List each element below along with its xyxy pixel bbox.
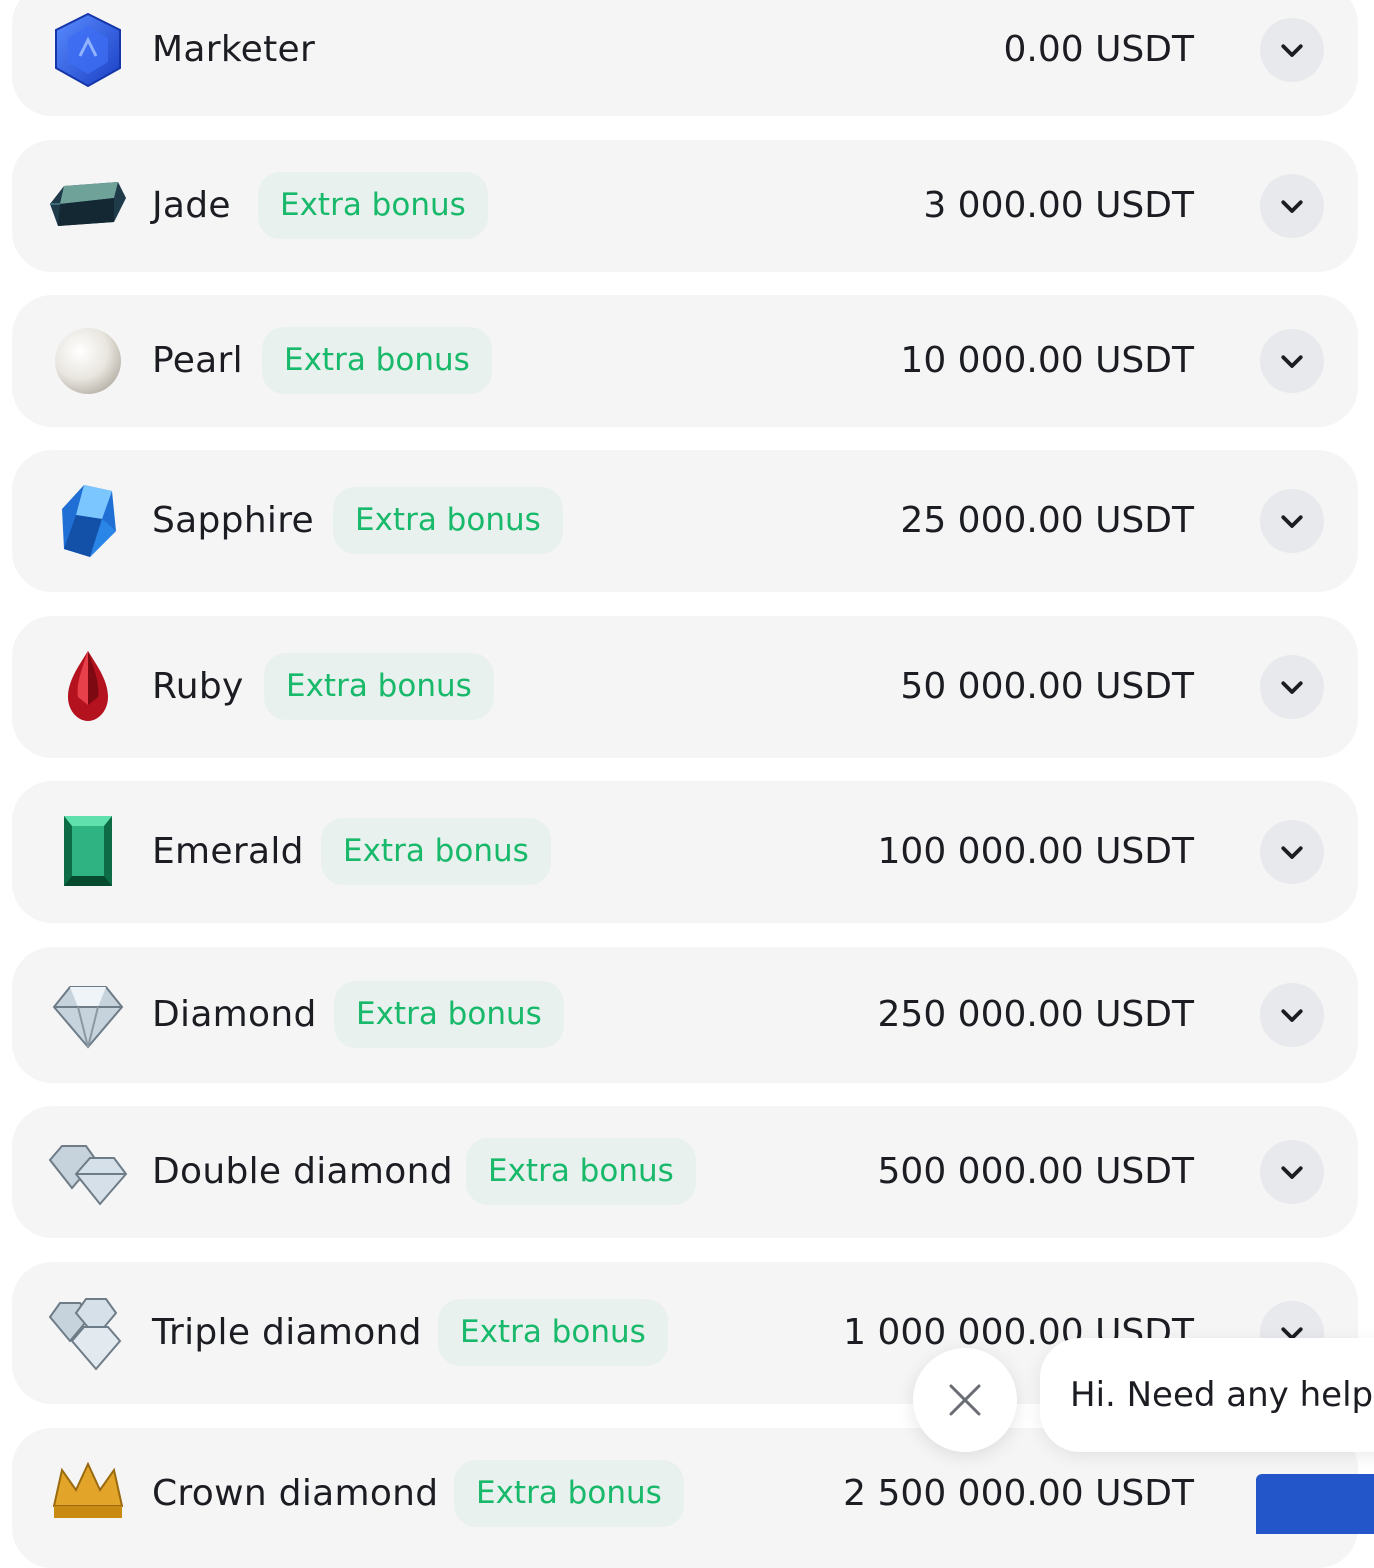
- extra-bonus-badge: Extra bonus: [466, 1138, 696, 1205]
- extra-bonus-badge: Extra bonus: [438, 1299, 668, 1366]
- tier-amount: 500 000.00 USDT: [877, 1151, 1194, 1192]
- chevron-down-icon: [1281, 1166, 1303, 1179]
- tier-amount: 25 000.00 USDT: [900, 500, 1194, 541]
- tier-amount: 10 000.00 USDT: [900, 340, 1194, 381]
- chevron-down-icon: [1281, 355, 1303, 368]
- tier-name: Ruby: [152, 666, 244, 707]
- tier-amount: 100 000.00 USDT: [877, 831, 1194, 872]
- chevron-down-icon: [1281, 846, 1303, 859]
- chat-help-bubble[interactable]: Hi. Need any help?: [1040, 1338, 1374, 1452]
- hexagon-gem-icon: [46, 8, 130, 92]
- expand-button[interactable]: [1260, 820, 1324, 884]
- expand-button[interactable]: [1260, 18, 1324, 82]
- expand-button[interactable]: [1260, 655, 1324, 719]
- tier-amount: 0.00 USDT: [1003, 29, 1194, 70]
- expand-button[interactable]: [1260, 329, 1324, 393]
- extra-bonus-badge: Extra bonus: [321, 818, 551, 885]
- extra-bonus-badge: Extra bonus: [264, 653, 494, 720]
- chevron-down-icon: [1281, 515, 1303, 528]
- emerald-icon: [46, 810, 130, 894]
- tier-amount: 250 000.00 USDT: [877, 994, 1194, 1035]
- tier-name: Pearl: [152, 340, 243, 381]
- double-diamond-icon: [46, 1130, 130, 1214]
- chevron-down-icon: [1281, 1009, 1303, 1022]
- chat-launcher-button[interactable]: [1256, 1474, 1374, 1534]
- tier-row-emerald[interactable]: Emerald Extra bonus 100 000.00 USDT: [12, 781, 1358, 923]
- sapphire-icon: [46, 479, 130, 563]
- tier-amount: 3 000.00 USDT: [923, 185, 1194, 226]
- tier-name: Triple diamond: [152, 1312, 422, 1353]
- triple-diamond-icon: [46, 1291, 130, 1375]
- tier-row-marketer[interactable]: Marketer 0.00 USDT: [12, 0, 1358, 116]
- expand-button[interactable]: [1260, 983, 1324, 1047]
- extra-bonus-badge: Extra bonus: [333, 487, 563, 554]
- expand-button[interactable]: [1260, 1140, 1324, 1204]
- extra-bonus-badge: Extra bonus: [454, 1460, 684, 1527]
- expand-button[interactable]: [1260, 174, 1324, 238]
- tier-amount: 50 000.00 USDT: [900, 666, 1194, 707]
- close-icon: [949, 1384, 981, 1416]
- tier-name: Double diamond: [152, 1151, 453, 1192]
- tier-name: Emerald: [152, 831, 304, 872]
- tier-row-ruby[interactable]: Ruby Extra bonus 50 000.00 USDT: [12, 616, 1358, 758]
- tier-name: Jade: [152, 185, 231, 226]
- tier-name: Sapphire: [152, 500, 314, 541]
- chevron-down-icon: [1281, 200, 1303, 213]
- tier-row-diamond[interactable]: Diamond Extra bonus 250 000.00 USDT: [12, 947, 1358, 1083]
- tier-name: Crown diamond: [152, 1473, 439, 1514]
- tier-row-jade[interactable]: Jade Extra bonus 3 000.00 USDT: [12, 140, 1358, 272]
- jade-gem-icon: [44, 164, 128, 248]
- tier-row-double-diamond[interactable]: Double diamond Extra bonus 500 000.00 US…: [12, 1106, 1358, 1238]
- pearl-icon: [46, 319, 130, 403]
- tier-row-pearl[interactable]: Pearl Extra bonus 10 000.00 USDT: [12, 295, 1358, 427]
- ruby-icon: [46, 645, 130, 729]
- expand-button[interactable]: [1260, 489, 1324, 553]
- chevron-down-icon: [1281, 44, 1303, 57]
- tier-name: Diamond: [152, 994, 317, 1035]
- chevron-down-icon: [1281, 681, 1303, 694]
- tier-amount: 2 500 000.00 USDT: [843, 1473, 1194, 1514]
- chat-close-button[interactable]: [913, 1348, 1017, 1452]
- crown-diamond-icon: [46, 1456, 130, 1540]
- extra-bonus-badge: Extra bonus: [262, 327, 492, 394]
- extra-bonus-badge: Extra bonus: [334, 981, 564, 1048]
- diamond-icon: [46, 973, 130, 1057]
- extra-bonus-badge: Extra bonus: [258, 172, 488, 239]
- tier-name: Marketer: [152, 29, 316, 70]
- tier-row-sapphire[interactable]: Sapphire Extra bonus 25 000.00 USDT: [12, 450, 1358, 592]
